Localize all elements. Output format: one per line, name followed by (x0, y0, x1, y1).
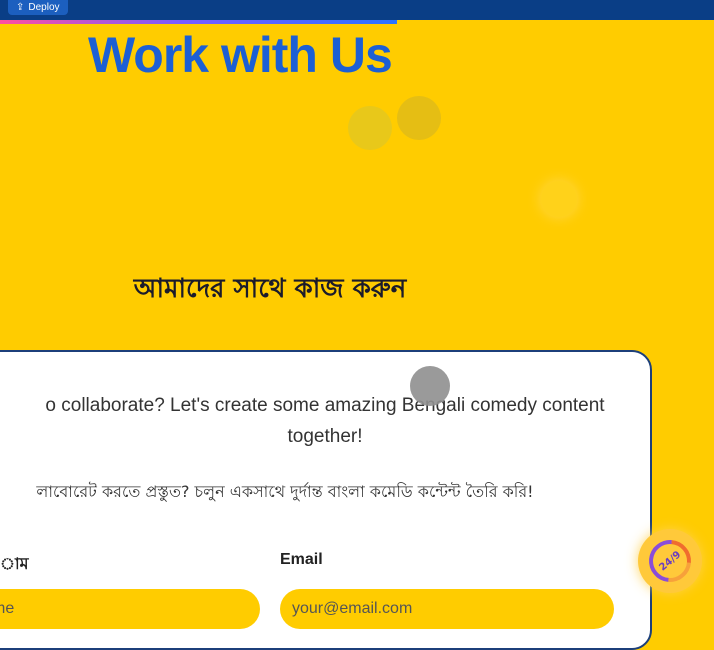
name-field[interactable] (0, 589, 260, 629)
progress-ring-icon: 24/9 (640, 531, 700, 591)
fab-label: 24/9 (657, 548, 683, 574)
gradient-progress-strip (0, 20, 397, 24)
email-label: Email (280, 551, 323, 568)
intro-text-en: o collaborate? Let's create some amazing… (45, 395, 605, 447)
page-title: Work with Us (88, 27, 393, 83)
decorative-blob (541, 181, 577, 217)
floating-action-button[interactable]: 24/9 (638, 529, 702, 593)
email-field[interactable] (280, 589, 614, 629)
upload-icon: ⇪ (16, 2, 25, 13)
decorative-blob (348, 106, 392, 150)
top-bar: ⇪ Deploy (0, 0, 714, 20)
deploy-button[interactable]: ⇪ Deploy (8, 0, 68, 15)
deploy-label: Deploy (28, 2, 60, 13)
name-label: াম (0, 556, 29, 573)
decorative-blob (397, 96, 441, 140)
intro-text-bn: লাবোরেট করতে প্রস্তুত? চলুন একসাথে দুর্দ… (36, 482, 534, 501)
cursor-indicator (410, 366, 450, 406)
page-subtitle: আমাদের সাথে কাজ করুন (133, 274, 407, 304)
